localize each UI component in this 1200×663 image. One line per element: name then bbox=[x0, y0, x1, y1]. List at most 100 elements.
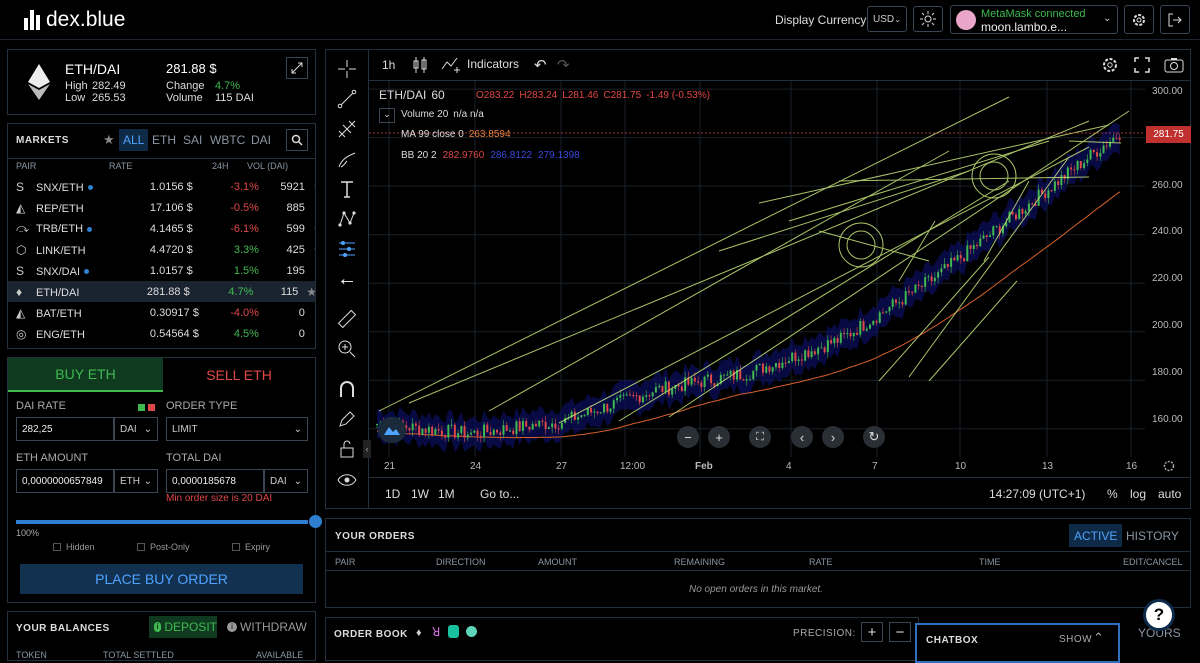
market-row[interactable]: ⤼ TRB/ETH 4.1465 $ -6.1% 599★ bbox=[16, 218, 315, 239]
percent-scale-button[interactable]: % bbox=[1107, 487, 1118, 501]
market-row[interactable]: ⬡ LINK/ETH 4.4720 $ 3.3% 425★ bbox=[16, 239, 315, 260]
total-input[interactable]: 0,0000185678 bbox=[166, 469, 264, 493]
rate-green-indicator[interactable] bbox=[138, 404, 145, 411]
camera-icon[interactable] bbox=[1164, 57, 1184, 73]
range-1d[interactable]: 1D bbox=[385, 487, 400, 501]
fib-tool[interactable] bbox=[332, 116, 362, 142]
settings-button[interactable] bbox=[1124, 5, 1154, 34]
star-icon[interactable]: ★ bbox=[305, 180, 315, 194]
theme-toggle-button[interactable] bbox=[913, 6, 943, 32]
visibility-tool[interactable] bbox=[332, 467, 362, 493]
rate-input[interactable]: 282,25 bbox=[16, 417, 114, 441]
star-icon[interactable]: ★ bbox=[298, 285, 315, 299]
star-icon[interactable]: ★ bbox=[305, 243, 315, 257]
token-icon[interactable] bbox=[466, 626, 477, 637]
amount-slider[interactable] bbox=[16, 520, 308, 524]
star-icon[interactable]: ★ bbox=[305, 264, 315, 278]
chainlink-icon[interactable]: ꓤ bbox=[432, 625, 440, 639]
star-icon[interactable]: ★ bbox=[305, 201, 315, 215]
arrow-back-tool[interactable]: ← bbox=[332, 266, 362, 292]
market-row[interactable]: S SNX/DAI 1.0157 $ 1.5% 195★ bbox=[16, 260, 315, 281]
fullscreen-icon[interactable] bbox=[1134, 57, 1150, 73]
ruler-tool[interactable] bbox=[332, 306, 362, 332]
market-row[interactable]: ◎ ENG/ETH 0.54564 $ 4.5% 0★ bbox=[16, 323, 315, 344]
reset-chart-button[interactable]: ↻ bbox=[863, 426, 885, 448]
tradingview-logo[interactable] bbox=[378, 417, 406, 443]
lock-drawing-tool[interactable] bbox=[332, 406, 362, 432]
currency-select[interactable]: USD ⌄ bbox=[867, 6, 907, 32]
brand-logo[interactable]: dex.blue bbox=[24, 8, 125, 32]
zoom-tool[interactable] bbox=[332, 336, 362, 362]
sell-tab[interactable]: SELL ETH bbox=[163, 358, 315, 392]
pattern-tool[interactable] bbox=[332, 206, 362, 232]
market-row[interactable]: ◭ REP/ETH 17.106 $ -0.5% 885★ bbox=[16, 197, 315, 218]
star-icon[interactable]: ★ bbox=[305, 222, 315, 236]
reset-view-button[interactable]: ⛶ bbox=[749, 426, 771, 448]
interval-button[interactable]: 1h bbox=[382, 58, 395, 72]
star-icon[interactable]: ★ bbox=[103, 132, 115, 148]
zoom-out-button[interactable]: − bbox=[677, 426, 699, 448]
order-type-select[interactable]: LIMIT ⌄ bbox=[166, 417, 308, 441]
precision-decrease-button[interactable]: − bbox=[889, 622, 911, 642]
withdraw-button[interactable]: i WITHDRAW bbox=[227, 620, 307, 634]
chevron-up-icon[interactable]: ⌃ bbox=[1093, 630, 1104, 646]
help-button[interactable]: ? bbox=[1143, 599, 1175, 631]
range-1w[interactable]: 1W bbox=[411, 487, 429, 501]
range-1m[interactable]: 1M bbox=[438, 487, 455, 501]
amount-input[interactable]: 0,0000000657849 bbox=[16, 469, 114, 493]
trendline-tool[interactable] bbox=[332, 86, 362, 112]
tab-order-history[interactable]: HISTORY bbox=[1126, 529, 1179, 543]
rate-unit-select[interactable]: DAI ⌄ bbox=[114, 417, 158, 441]
text-tool[interactable] bbox=[332, 176, 362, 202]
auto-scale-button[interactable]: auto bbox=[1158, 487, 1181, 501]
log-scale-button[interactable]: log bbox=[1130, 487, 1146, 501]
tab-all[interactable]: ALL bbox=[119, 129, 149, 151]
chatbox[interactable]: CHATBOX SHOW ⌃ bbox=[915, 623, 1120, 663]
lock-tool[interactable] bbox=[332, 436, 362, 462]
zoom-in-button[interactable]: + bbox=[708, 426, 730, 448]
slider-handle[interactable] bbox=[309, 515, 322, 528]
expiry-checkbox[interactable] bbox=[232, 543, 240, 551]
undo-icon[interactable]: ↶ bbox=[534, 56, 547, 74]
tab-dai[interactable]: DAI bbox=[251, 133, 271, 147]
crosshair-tool[interactable] bbox=[332, 56, 362, 82]
tab-sai[interactable]: SAI bbox=[183, 133, 202, 147]
search-button[interactable] bbox=[286, 129, 308, 151]
token-icon[interactable] bbox=[448, 625, 459, 638]
precision-increase-button[interactable]: + bbox=[861, 622, 883, 642]
amount-unit-select[interactable]: ETH ⌄ bbox=[114, 469, 158, 493]
logout-button[interactable] bbox=[1160, 5, 1190, 34]
market-row[interactable]: ◭ BAT/ETH 0.30917 $ -4.0% 0★ bbox=[16, 302, 315, 323]
tab-eth[interactable]: ETH bbox=[152, 133, 176, 147]
brush-tool[interactable] bbox=[332, 146, 362, 172]
expand-button[interactable] bbox=[286, 57, 308, 79]
candles-icon[interactable] bbox=[412, 56, 428, 74]
star-icon[interactable]: ★ bbox=[305, 327, 315, 341]
account-dropdown[interactable]: MetaMask connected moon.lambo.e... ⌄ bbox=[950, 5, 1118, 34]
scroll-left-button[interactable]: ‹ bbox=[791, 426, 813, 448]
ethereum-icon[interactable]: ♦ bbox=[416, 627, 422, 639]
post-only-checkbox[interactable] bbox=[137, 543, 145, 551]
place-order-button[interactable]: PLACE BUY ORDER bbox=[20, 564, 303, 594]
tab-active-orders[interactable]: ACTIVE bbox=[1069, 524, 1123, 547]
market-row[interactable]: S SNX/ETH 1.0156 $ -3.1% 5921★ bbox=[16, 176, 315, 197]
indicators-button[interactable]: Indicators bbox=[441, 55, 519, 73]
prediction-tool[interactable] bbox=[332, 236, 362, 262]
goto-date-button[interactable]: Go to... bbox=[480, 487, 519, 501]
legend-collapse-button[interactable]: ⌄ bbox=[379, 108, 395, 123]
redo-icon[interactable]: ↷ bbox=[557, 56, 570, 74]
deposit-button[interactable]: i DEPOSIT bbox=[149, 616, 217, 638]
rate-red-indicator[interactable] bbox=[148, 404, 155, 411]
total-unit-select[interactable]: DAI ⌄ bbox=[264, 469, 308, 493]
axis-settings-icon[interactable] bbox=[1162, 459, 1176, 473]
market-row[interactable]: ♦ ETH/DAI 281.88 $ 4.7% 115 ★ bbox=[8, 281, 315, 302]
chart-settings-icon[interactable] bbox=[1101, 56, 1119, 74]
tab-wbtc[interactable]: WBTC bbox=[210, 133, 245, 147]
clock[interactable]: 14:27:09 (UTC+1) bbox=[989, 487, 1085, 501]
star-icon[interactable]: ★ bbox=[305, 306, 315, 320]
hidden-checkbox[interactable] bbox=[53, 543, 61, 551]
chatbox-show-button[interactable]: SHOW bbox=[1059, 634, 1092, 645]
buy-tab[interactable]: BUY ETH bbox=[8, 358, 163, 392]
scroll-right-button[interactable]: › bbox=[822, 426, 844, 448]
magnet-tool[interactable] bbox=[332, 376, 362, 402]
